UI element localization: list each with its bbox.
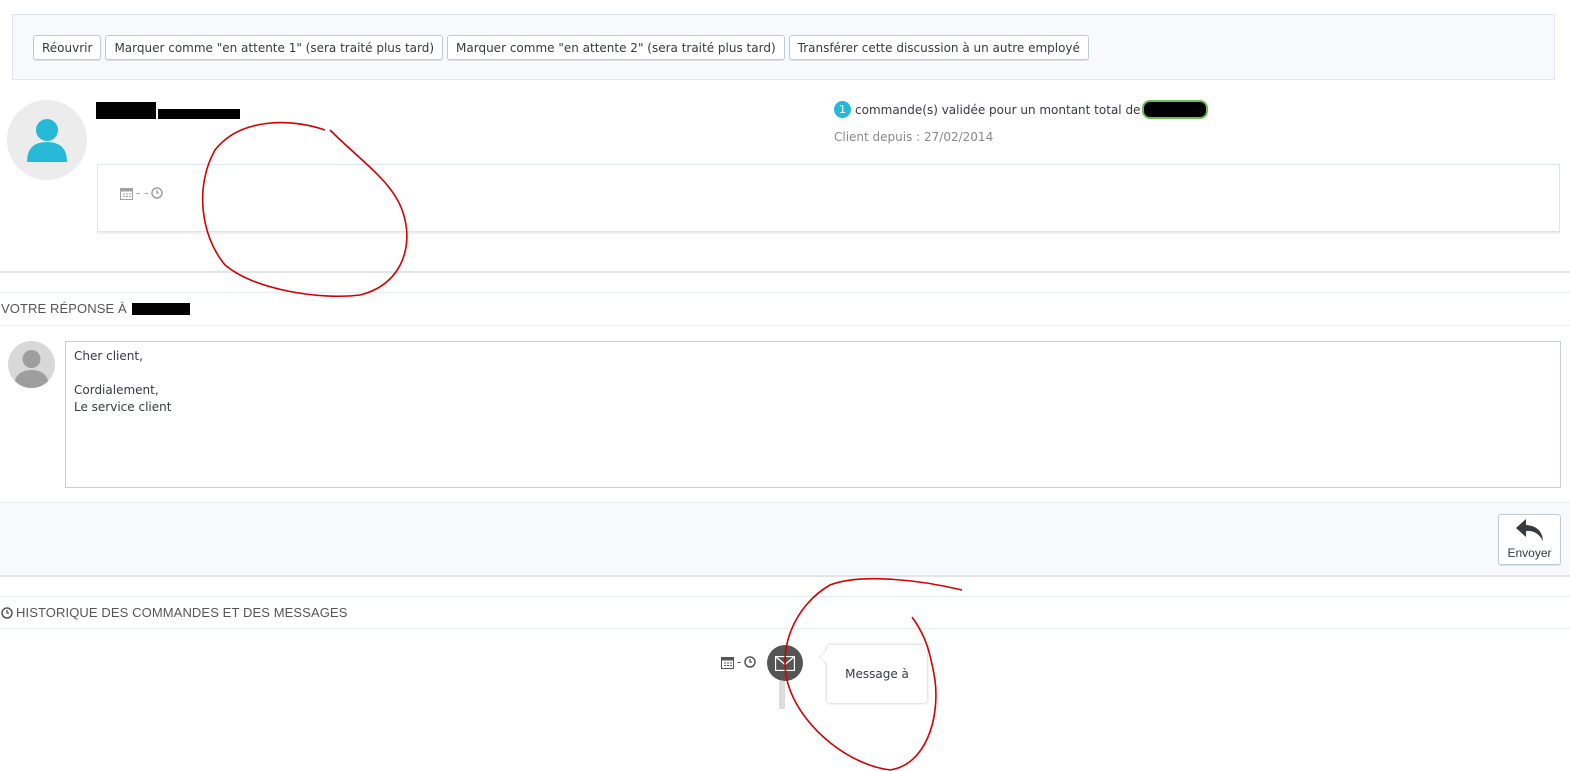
user-icon [27,119,67,162]
transfer-discussion-button[interactable]: Transférer cette discussion à un autre e… [788,35,1089,60]
reply-line: Le service client [74,400,172,414]
redacted-customer-name [96,102,156,119]
reopen-button[interactable]: Réouvrir [33,35,102,60]
redacted-customer-email [158,109,240,119]
calendar-icon [721,656,734,669]
reply-line: Cher client, [74,349,143,363]
history-message-label: Message à [845,667,909,681]
history-heading-text: Historique des commandes et des messages [16,605,348,620]
client-since: Client depuis : 27/02/2014 [834,130,994,144]
reply-line [74,365,1552,382]
reply-heading-text: Votre réponse à [1,301,127,316]
reply-line: Cordialement, [74,383,159,397]
send-button[interactable]: Envoyer [1498,514,1561,565]
history-date-separator: - [737,655,742,669]
clock-icon [1,606,13,619]
divider-line [0,628,1570,629]
history-message-bubble[interactable]: Message à [827,645,927,703]
order-summary-text: commande(s) validée pour un montant tota… [855,102,1141,117]
toolbar-buttons: Réouvrir Marquer comme "en attente 1" (s… [33,35,1089,60]
clock-icon [744,656,757,668]
order-summary: 1 commande(s) validée pour un montant to… [834,101,1207,118]
mark-pending-2-button[interactable]: Marquer comme "en attente 2" (sera trait… [447,35,785,60]
envelope-icon [775,655,795,671]
reply-heading: Votre réponse à [1,301,190,316]
calendar-icon [120,187,133,200]
customer-message-box: - - [97,164,1560,232]
redacted-recipient-name [131,302,190,315]
section-divider [0,575,1570,577]
section-divider [0,271,1570,273]
employee-avatar [8,341,55,388]
reply-textarea[interactable]: Cher client, Cordialement, Le service cl… [65,341,1561,488]
reply-footer [0,502,1570,576]
history-heading: Historique des commandes et des messages [1,605,347,620]
action-toolbar: Réouvrir Marquer comme "en attente 1" (s… [12,14,1555,80]
divider-line [0,292,1570,293]
mark-pending-1-button[interactable]: Marquer comme "en attente 1" (sera trait… [105,35,444,60]
history-item-date: - [721,655,757,669]
user-silhouette-icon [14,350,49,388]
history-message-marker [767,645,803,681]
divider-line [0,596,1570,597]
reply-icon [1515,519,1543,541]
clock-icon [151,187,164,199]
divider-line [0,325,1570,326]
history-timeline [779,681,785,709]
order-count-badge: 1 [834,101,851,118]
send-label: Envoyer [1507,546,1552,560]
customer-avatar [7,100,87,180]
date-separator: - - [136,186,149,200]
redacted-order-total [1144,102,1207,117]
message-date: - - [120,186,164,200]
